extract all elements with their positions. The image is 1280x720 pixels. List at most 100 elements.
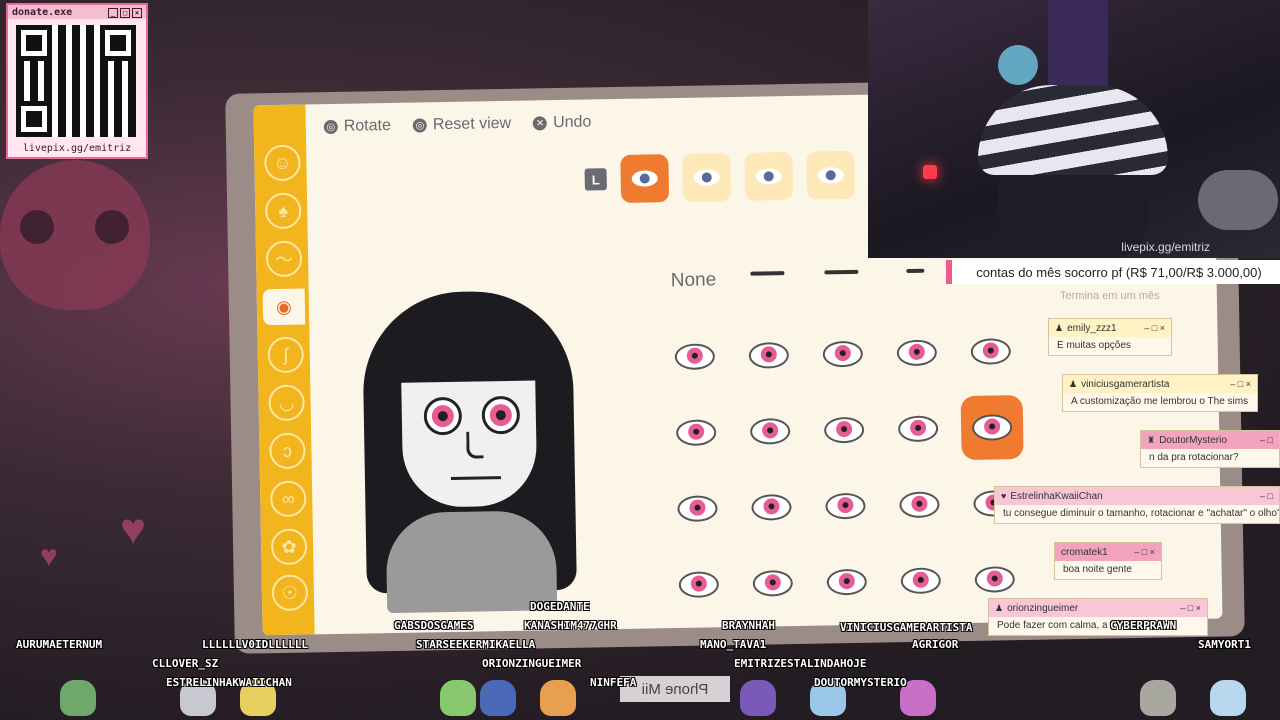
viewer-nick: DOUTORMYSTERIO	[814, 676, 907, 689]
mii-avatar-preview[interactable]	[352, 280, 588, 614]
ear-category-icon[interactable]: ↄ	[269, 432, 306, 470]
l-button-icon: L	[584, 168, 607, 191]
undo-hint[interactable]: ✕ Undo	[533, 113, 592, 132]
mii-nose	[466, 431, 484, 459]
reset-view-hint[interactable]: ◎ Reset view	[412, 115, 512, 135]
viewer-nick: LLLLLLV0IDLLLLLL	[202, 638, 308, 651]
striped-hat	[978, 85, 1168, 175]
pokemon-sprite-icon	[60, 680, 96, 716]
viewer-nick: EMITRIZESTALINDAHOJE	[734, 657, 867, 670]
chat-message: ♟ viniciusgamerartista – □ × A customizaçã…	[1062, 374, 1258, 412]
window-controls-icon: – □	[1260, 491, 1273, 501]
mole-category-icon[interactable]: ✿	[270, 528, 308, 566]
chat-message: ♟ emily_zzz1– □ × E muitas opções	[1048, 318, 1172, 356]
heart-icon: ♥	[1001, 491, 1007, 501]
maximize-icon: □	[120, 7, 130, 18]
viewer-nick: NINFEFA	[590, 676, 637, 689]
nose-category-icon[interactable]: ʃ	[267, 336, 305, 374]
pokemon-sprite-icon	[740, 680, 776, 716]
viewer-nick: VINICIUSGAMERARTISTA	[840, 621, 973, 634]
minimize-icon: _	[108, 7, 118, 18]
eye-option[interactable]	[880, 390, 955, 467]
skull-decoration	[0, 160, 150, 310]
eye-option[interactable]	[659, 394, 734, 471]
viewer-nick: DOGEDANTE	[530, 600, 590, 613]
donate-window: donate.exe _ □ × livepix.gg/emitriz	[6, 3, 148, 159]
microphone	[1198, 170, 1278, 230]
tab-eye-position[interactable]	[806, 150, 856, 200]
eye-option[interactable]	[808, 467, 883, 544]
viewer-nick: CYBERPRAWN	[1110, 619, 1177, 632]
pokemon-sprite-icon	[1210, 680, 1246, 716]
tab-eye-color[interactable]	[682, 153, 732, 202]
viewer-nick: ESTRELINHAKWAIICHAN	[166, 676, 292, 689]
pokemon-sprite-icon	[1140, 680, 1176, 716]
pokemon-sprite-icon	[440, 680, 476, 716]
window-controls-icon: – □ ×	[1134, 547, 1155, 557]
eye-option[interactable]	[806, 391, 881, 468]
user-icon: ♟	[1069, 378, 1078, 389]
stick-icon: ◎	[323, 119, 338, 135]
viewer-nick: KANASHIM477CHR	[524, 619, 617, 632]
user-icon: ♟	[1055, 322, 1064, 333]
window-controls-icon: – □ ×	[1144, 323, 1165, 333]
goal-subtitle: Termina em um mês	[1060, 290, 1160, 302]
hair-category-icon[interactable]: ♠	[264, 192, 302, 230]
tab-eye-type[interactable]	[620, 154, 670, 203]
eye-option[interactable]	[660, 470, 735, 547]
eye-option[interactable]	[730, 241, 805, 318]
heart-icon: ♥	[120, 505, 147, 554]
viewer-nick: STARSEEKERMIKAELLA	[416, 638, 536, 651]
rotate-hint[interactable]: ◎ Rotate	[323, 117, 391, 136]
eye-option[interactable]	[805, 315, 880, 392]
viewer-nick: CLLOVER_SZ	[152, 657, 219, 670]
chat-message: ♜ DoutorMysterio – □ n da pra rotacionar?	[1140, 430, 1280, 468]
face-category-icon[interactable]: ☺	[264, 144, 301, 182]
donate-titlebar: donate.exe _ □ ×	[8, 5, 146, 19]
eye-option[interactable]	[734, 469, 809, 546]
viewer-nick: BRAYNHAH	[722, 619, 775, 632]
control-hints: ◎ Rotate ◎ Reset view ✕ Undo	[323, 113, 592, 136]
window-controls-icon: – □ ×	[1230, 379, 1251, 389]
eye-option[interactable]	[733, 393, 808, 470]
glasses-category-icon[interactable]: ∞	[269, 480, 307, 518]
category-sidebar: ☺ ♠ 〜 ◉ ʃ ◡ ↄ ∞ ✿ ☉	[253, 104, 315, 636]
donate-url: livepix.gg/emitriz	[22, 143, 132, 154]
x-button-icon: ✕	[533, 116, 548, 131]
heart-icon: ♥	[40, 540, 58, 573]
eye-style-grid: None	[656, 237, 1033, 623]
eye-option[interactable]	[953, 313, 1028, 390]
mii-bangs	[394, 320, 542, 383]
chat-message: cromatek1– □ × boa noite gente	[1054, 542, 1162, 580]
viewer-nick: AURUMAETERNUM	[16, 638, 103, 651]
viewer-nick: AGRIGOR	[912, 638, 959, 651]
eye-category-icon[interactable]: ◉	[262, 288, 306, 326]
webcam-feed: livepix.gg/emitriz	[868, 0, 1280, 258]
user-icon: ♜	[1147, 434, 1156, 445]
viewer-nick: GABSDOSGAMES	[394, 619, 474, 632]
eye-option-tabs: L	[584, 150, 856, 204]
eyebrow-category-icon[interactable]: 〜	[265, 240, 303, 278]
eye-option[interactable]	[731, 317, 806, 394]
recording-light	[923, 165, 937, 179]
phone-mii-label: Phone Mii	[620, 676, 730, 702]
close-icon: ×	[132, 7, 142, 18]
chat-message: ♥ EstrelinhaKwaiiChan – □ tu consegue dimi…	[994, 486, 1280, 524]
tab-eye-size[interactable]	[744, 151, 794, 201]
eye-option-selected[interactable]	[960, 394, 1024, 461]
pokemon-sprite-icon	[540, 680, 576, 716]
eye-option-none[interactable]: None	[656, 242, 731, 319]
eye-option[interactable]	[879, 314, 954, 391]
pokemon-sprite-icon	[480, 680, 516, 716]
eye-option[interactable]	[882, 466, 957, 543]
donation-goal-bar: contas do mês socorro pf (R$ 71,00/R$ 3.…	[946, 260, 1280, 284]
stick-icon: ◎	[412, 118, 428, 133]
viewer-nick: MANO_TAVA1	[700, 638, 767, 651]
eye-option[interactable]	[657, 318, 732, 395]
viewer-nick: ORIONZINGUEIMER	[482, 657, 582, 670]
qr-code	[16, 25, 136, 137]
window-controls-icon: – □	[1260, 435, 1273, 445]
webcam-watermark: livepix.gg/emitriz	[1121, 240, 1210, 254]
mouth-category-icon[interactable]: ◡	[268, 384, 305, 422]
viewer-nick: SAMYORT1	[1198, 638, 1251, 651]
